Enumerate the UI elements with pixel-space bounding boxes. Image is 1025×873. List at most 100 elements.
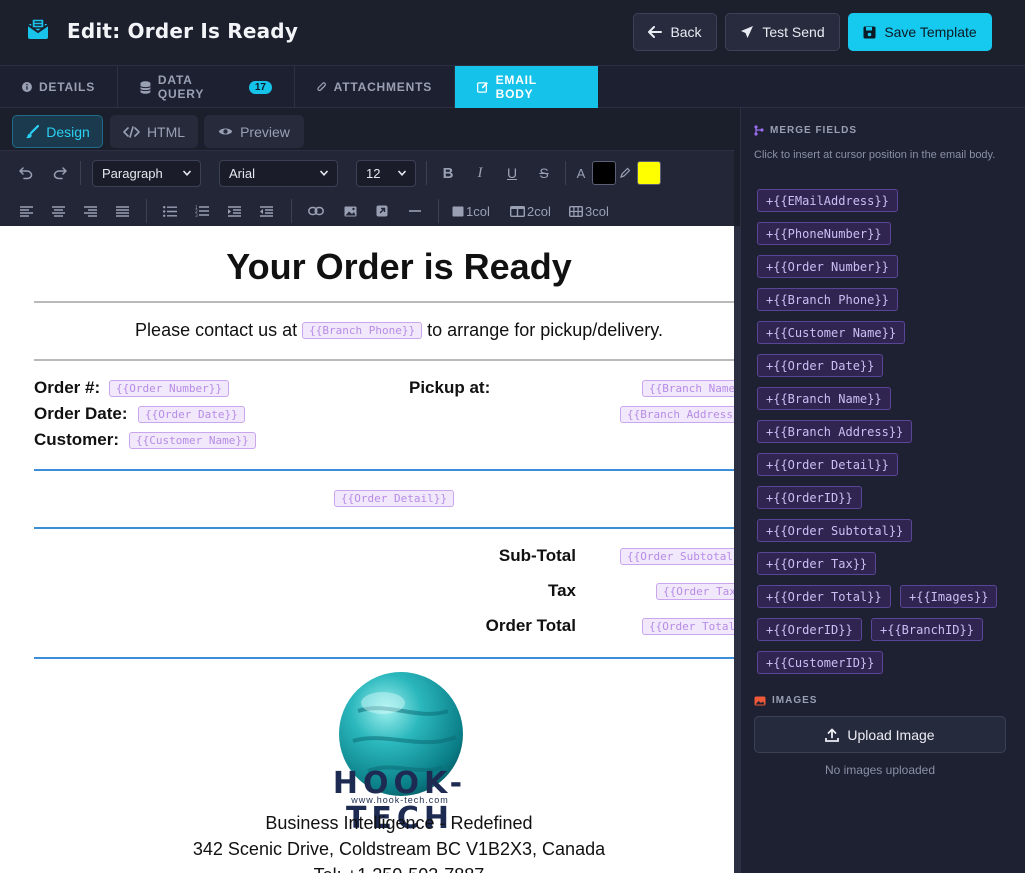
divider-line: [34, 657, 734, 659]
italic-icon[interactable]: I: [471, 163, 489, 183]
button-insert-icon[interactable]: [372, 201, 392, 221]
highlight-color-swatch[interactable]: [637, 161, 661, 185]
images-header: IMAGES: [754, 695, 817, 706]
highlighter-icon: [618, 163, 632, 183]
order-total-label: Order Total: [485, 616, 576, 635]
no-images-text: No images uploaded: [824, 763, 936, 777]
layout-1col-button[interactable]: 1col: [452, 201, 490, 221]
link-icon[interactable]: [305, 201, 327, 221]
merge-tag-order-date[interactable]: {{Order Date}}: [138, 406, 245, 423]
merge-tag-customer-name[interactable]: {{Customer Name}}: [129, 432, 256, 449]
images-icon: [754, 696, 766, 706]
company-tagline: Business Intelligence - Redefined: [265, 813, 533, 833]
edit-icon: [477, 82, 488, 93]
merge-field-chip[interactable]: +{{OrderID}}: [757, 618, 862, 641]
layout-3col-label: 3col: [585, 203, 609, 219]
merge-field-chip[interactable]: +{{Order Number}}: [757, 255, 898, 278]
tab-details-label: DETAILS: [38, 80, 95, 94]
customer-label: Customer:: [34, 430, 120, 449]
images-title: IMAGES: [772, 695, 818, 706]
toolbar-divider: [565, 161, 566, 185]
merge-field-chip[interactable]: +{{Order Tax}}: [757, 552, 877, 575]
align-center-icon[interactable]: [48, 201, 68, 221]
contact-suffix-text: to arrange for pickup/delivery.: [427, 320, 663, 340]
save-template-label: Save Template: [884, 24, 977, 40]
merge-field-chip[interactable]: +{{Order Subtotal}}: [757, 519, 913, 542]
test-send-button[interactable]: Test Send: [725, 13, 840, 51]
bold-icon[interactable]: B: [439, 163, 457, 183]
merge-tag-order-total[interactable]: {{Order Total}}: [642, 618, 734, 635]
outdent-icon[interactable]: [256, 201, 276, 221]
font-family-select[interactable]: Arial: [219, 160, 338, 187]
horizontal-rule-icon[interactable]: [405, 201, 425, 221]
block-format-select[interactable]: Paragraph: [92, 160, 201, 187]
email-design-canvas[interactable]: Your Order is Ready Please contact us at…: [0, 226, 734, 873]
email-heading: Your Order is Ready: [226, 246, 572, 287]
merge-field-chip[interactable]: +{{Branch Address}}: [757, 420, 913, 443]
merge-tag-order-subtotal[interactable]: {{Order Subtotal}}: [620, 548, 734, 565]
mode-preview-button[interactable]: Preview: [204, 115, 304, 148]
page-title: Edit: Order Is Ready: [67, 19, 299, 43]
save-icon: [863, 26, 876, 38]
upload-image-button[interactable]: Upload Image: [754, 716, 1006, 753]
mode-design-button[interactable]: Design: [12, 115, 103, 148]
mode-html-button[interactable]: HTML: [110, 115, 198, 148]
merge-tag-branch-phone[interactable]: {{Branch Phone}}: [302, 322, 423, 339]
company-website: www.hook-tech.com: [351, 795, 449, 805]
merge-field-chip[interactable]: +{{CustomerID}}: [757, 651, 884, 674]
underline-icon[interactable]: U: [503, 163, 521, 183]
upload-icon: [825, 728, 840, 742]
bullet-list-icon[interactable]: [160, 201, 180, 221]
merge-field-chip[interactable]: +{{Branch Name}}: [757, 387, 891, 410]
arrow-left-icon: [648, 26, 663, 38]
merge-tag-branch-address[interactable]: {{Branch Address}}: [620, 406, 734, 423]
merge-field-chip[interactable]: +{{Order Detail}}: [757, 453, 898, 476]
tab-details[interactable]: DETAILS: [0, 66, 118, 108]
merge-field-chip[interactable]: +{{BranchID}}: [871, 618, 983, 641]
mode-html-label: HTML: [146, 123, 186, 140]
tab-data-query-label: DATA QUERY: [157, 73, 205, 101]
merge-tag-order-detail[interactable]: {{Order Detail}}: [334, 490, 454, 507]
align-right-icon[interactable]: [80, 201, 100, 221]
indent-icon[interactable]: [224, 201, 244, 221]
image-icon[interactable]: [340, 201, 360, 221]
align-justify-icon[interactable]: [112, 201, 132, 221]
toolbar-divider: [438, 199, 439, 223]
chevron-down-icon: [397, 170, 407, 176]
layout-3col-button[interactable]: 3col: [569, 201, 609, 221]
email-template-icon: [27, 18, 49, 39]
undo-icon[interactable]: [16, 163, 36, 183]
back-button[interactable]: Back: [633, 13, 717, 51]
merge-field-chip[interactable]: +{{Order Total}}: [757, 585, 891, 608]
tab-data-query[interactable]: DATA QUERY 17: [118, 66, 295, 108]
tab-attachments[interactable]: ATTACHMENTS: [295, 66, 455, 108]
numbered-list-icon[interactable]: 123: [192, 201, 212, 221]
save-template-button[interactable]: Save Template: [848, 13, 992, 51]
tab-email-body[interactable]: EMAIL BODY: [455, 66, 598, 108]
merge-field-chip[interactable]: +{{PhoneNumber}}: [757, 222, 891, 245]
font-size-select[interactable]: 12: [356, 160, 416, 187]
merge-fields-title: MERGE FIELDS: [770, 125, 858, 136]
layout-2col-label: 2col: [527, 203, 551, 219]
merge-tag-branch-name[interactable]: {{Branch Name}}: [642, 380, 734, 397]
divider-line: [34, 469, 734, 471]
upload-image-label: Upload Image: [847, 726, 935, 743]
text-color-swatch[interactable]: [592, 161, 616, 185]
merge-field-chip[interactable]: +{{Branch Phone}}: [757, 288, 898, 311]
merge-tag-order-tax[interactable]: {{Order Tax}}: [656, 583, 734, 600]
merge-field-chip[interactable]: +{{Order Date}}: [757, 354, 884, 377]
chevron-down-icon: [182, 170, 192, 176]
column-2-icon: [510, 205, 525, 217]
strikethrough-icon[interactable]: S: [535, 163, 553, 183]
merge-field-chip[interactable]: +{{Customer Name}}: [757, 321, 906, 344]
toolbar-divider: [426, 161, 427, 185]
mode-preview-label: Preview: [240, 123, 290, 140]
merge-field-chip[interactable]: +{{OrderID}}: [757, 486, 862, 509]
merge-field-chip[interactable]: +{{Images}}: [900, 585, 998, 608]
align-left-icon[interactable]: [16, 201, 36, 221]
merge-tag-order-number[interactable]: {{Order Number}}: [109, 380, 229, 397]
merge-field-chip[interactable]: +{{EMailAddress}}: [757, 189, 898, 212]
layout-2col-button[interactable]: 2col: [510, 201, 551, 221]
test-send-label: Test Send: [762, 24, 825, 40]
redo-icon[interactable]: [50, 163, 70, 183]
